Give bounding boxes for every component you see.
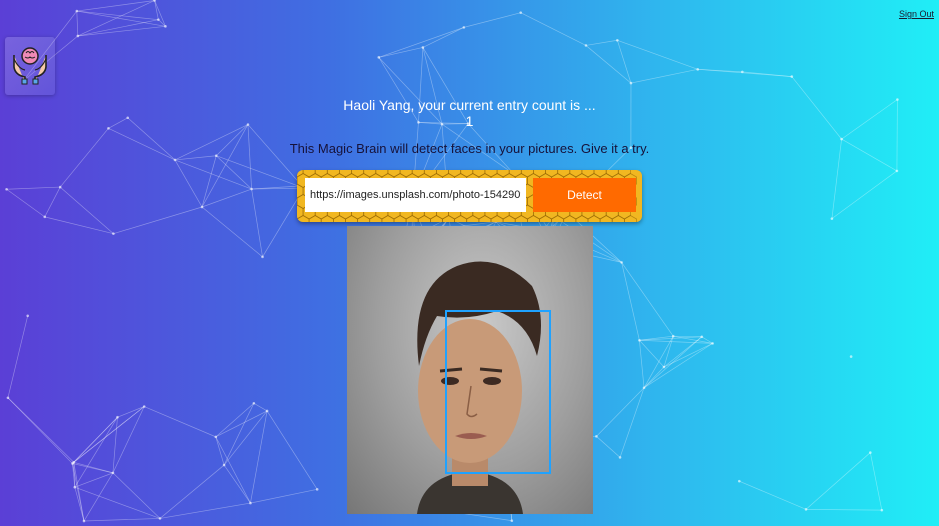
rank-display: Haoli Yang, your current entry count is …: [0, 97, 939, 129]
tagline: This Magic Brain will detect faces in yo…: [289, 141, 650, 156]
image-link-form: Detect: [297, 170, 642, 222]
sign-out-link[interactable]: Sign Out: [899, 9, 934, 19]
image-url-input[interactable]: [305, 178, 526, 212]
face-bounding-box: [445, 310, 551, 474]
entry-count-message: Haoli Yang, your current entry count is …: [343, 97, 596, 113]
entry-count-value: 1: [465, 113, 474, 129]
face-image: [347, 226, 593, 514]
app-logo: [5, 37, 55, 95]
brain-hands-icon: [13, 47, 47, 85]
detect-button[interactable]: Detect: [533, 178, 636, 212]
